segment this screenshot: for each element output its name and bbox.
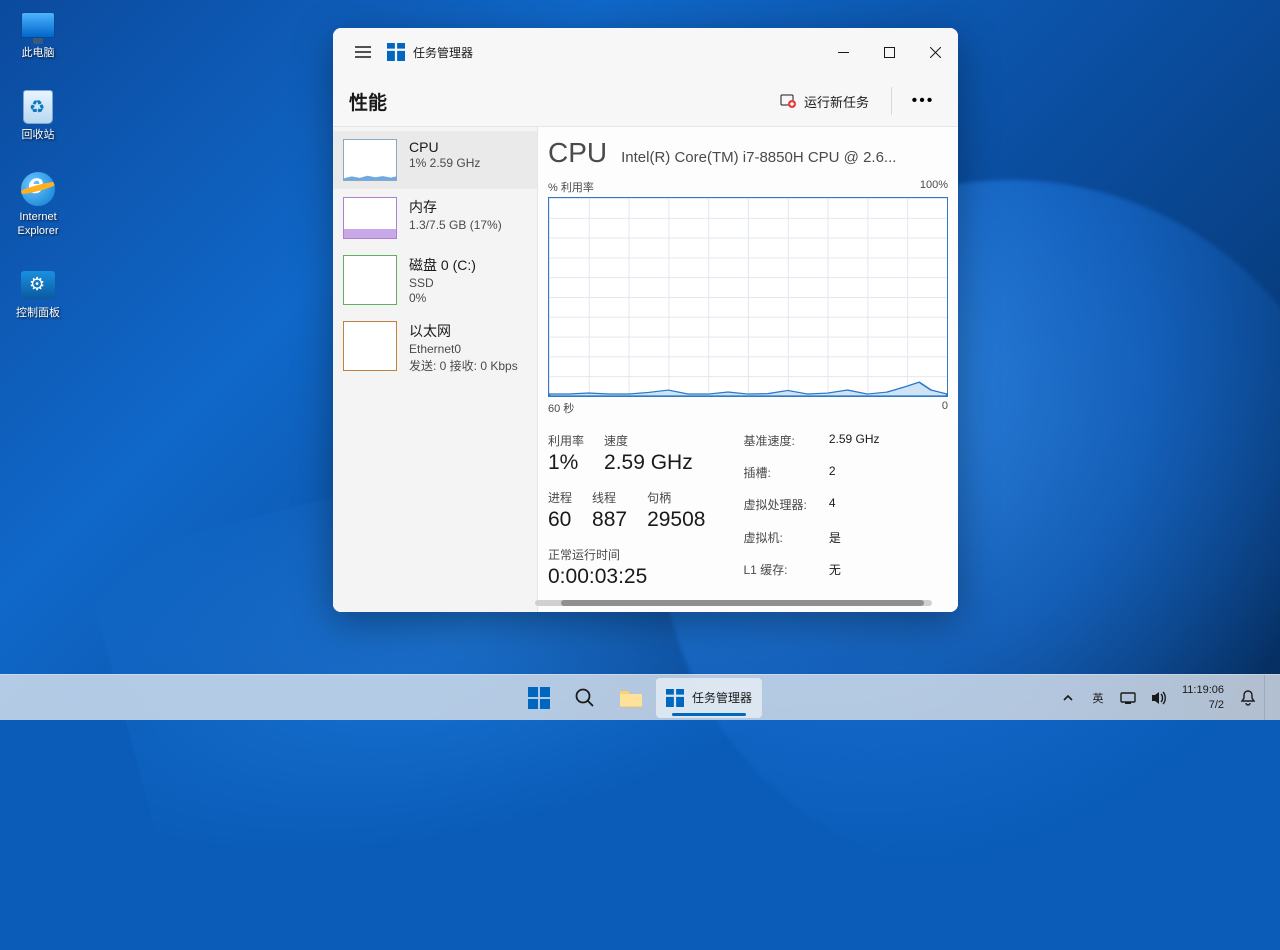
sidebar-net-sub1: Ethernet0: [409, 342, 518, 356]
task-manager-icon: [666, 689, 684, 707]
titlebar[interactable]: 任务管理器: [333, 28, 958, 76]
memory-thumbnail: [343, 197, 397, 239]
desktop-icons: 此电脑 回收站 Internet Explorer 控制面板: [6, 6, 70, 320]
desktop-icon-recycle-bin[interactable]: 回收站: [6, 88, 70, 142]
x-axis-right: 0: [942, 400, 948, 416]
toolbar: 性能 运行新任务 •••: [333, 76, 958, 126]
stat-speed: 速度 2.59 GHz: [604, 432, 693, 475]
cpu-detail-panel: CPU Intel(R) Core(TM) i7-8850H CPU @ 2.6…: [538, 127, 958, 612]
start-button[interactable]: [518, 678, 560, 718]
cpu-graph-line: [549, 198, 947, 396]
tray-input-indicator[interactable]: [1114, 679, 1142, 717]
windows-icon: [528, 687, 550, 709]
sidebar-item-memory[interactable]: 内存 1.3/7.5 GB (17%): [333, 189, 537, 247]
sidebar-item-ethernet[interactable]: 以太网 Ethernet0 发送: 0 接收: 0 Kbps: [333, 313, 537, 382]
content: CPU 1% 2.59 GHz 内存 1.3/7.5 GB (17%) 磁盘 0…: [333, 126, 958, 612]
sidebar-cpu-sub: 1% 2.59 GHz: [409, 156, 480, 170]
chevron-up-icon: [1062, 692, 1074, 704]
x-axis-left: 60 秒: [548, 400, 574, 416]
control-panel-icon: [19, 266, 57, 304]
recycle-bin-icon: [19, 88, 57, 126]
sidebar-net-sub2: 发送: 0 接收: 0 Kbps: [409, 357, 518, 374]
stat-threads: 线程 887: [592, 489, 627, 532]
show-desktop-button[interactable]: [1264, 675, 1270, 721]
hamburger-icon: [355, 46, 371, 58]
y-axis-label: % 利用率: [548, 179, 594, 195]
bell-icon: [1239, 689, 1257, 707]
task-manager-window: 任务管理器 性能 运行新任务 ••• CPU 1% 2.59 GHz: [333, 28, 958, 612]
taskbar-center: 任务管理器: [518, 678, 762, 718]
ie-icon: [19, 170, 57, 208]
tray-volume[interactable]: [1144, 679, 1172, 717]
stat-uptime: 正常运行时间 0:00:03:25: [548, 546, 705, 589]
page-title: 性能: [349, 88, 387, 115]
taskbar-tm-label: 任务管理器: [692, 689, 752, 706]
close-button[interactable]: [912, 31, 958, 73]
taskbar-task-manager[interactable]: 任务管理器: [656, 678, 762, 718]
system-tray: 英 11:19:06 7/2: [1054, 675, 1270, 721]
taskbar-file-explorer[interactable]: [610, 678, 652, 718]
ethernet-thumbnail: [343, 321, 397, 371]
maximize-button[interactable]: [866, 31, 912, 73]
tray-overflow[interactable]: [1054, 679, 1082, 717]
minimize-button[interactable]: [820, 31, 866, 73]
search-icon: [574, 687, 596, 709]
sidebar-disk-title: 磁盘 0 (C:): [409, 255, 476, 275]
sidebar-item-disk[interactable]: 磁盘 0 (C:) SSD 0%: [333, 247, 537, 313]
y-axis-max: 100%: [920, 179, 948, 195]
tray-notifications[interactable]: [1234, 679, 1262, 717]
app-title: 任务管理器: [413, 44, 473, 61]
run-new-task-label: 运行新任务: [804, 92, 869, 111]
hamburger-button[interactable]: [343, 33, 383, 71]
desktop-icon-label: 控制面板: [16, 307, 60, 320]
separator: [891, 87, 892, 115]
desktop-icon-label: 此电脑: [22, 47, 55, 60]
sidebar-disk-sub1: SSD: [409, 276, 476, 290]
taskbar-search[interactable]: [564, 678, 606, 718]
desktop-icon-this-pc[interactable]: 此电脑: [6, 6, 70, 60]
desktop-icon-control-panel[interactable]: 控制面板: [6, 266, 70, 320]
monitor-icon: [19, 6, 57, 44]
sidebar-net-title: 以太网: [409, 321, 518, 341]
tray-ime[interactable]: 英: [1084, 679, 1112, 717]
clock-time: 11:19:06: [1182, 683, 1224, 697]
desktop-icon-ie[interactable]: Internet Explorer: [6, 170, 70, 237]
speaker-icon: [1149, 689, 1167, 707]
device-icon: [1119, 689, 1137, 707]
desktop-icon-label: Internet Explorer: [6, 211, 70, 237]
horizontal-scrollbar[interactable]: [535, 600, 932, 606]
stat-processes: 进程 60: [548, 489, 572, 532]
run-task-icon: [780, 93, 796, 109]
stat-details: 基准速度:2.59 GHz 插槽:2 虚拟处理器:4 虚拟机:是 L1 缓存:无: [743, 432, 879, 589]
folder-icon: [619, 687, 643, 709]
cpu-heading: CPU: [548, 137, 607, 169]
perf-sidebar: CPU 1% 2.59 GHz 内存 1.3/7.5 GB (17%) 磁盘 0…: [333, 127, 538, 612]
cpu-model: Intel(R) Core(TM) i7-8850H CPU @ 2.6...: [621, 149, 948, 166]
stat-utilization: 利用率 1%: [548, 432, 584, 475]
more-button[interactable]: •••: [904, 84, 942, 118]
taskbar: 任务管理器 英 11:19:06 7/2: [0, 674, 1280, 720]
sidebar-item-cpu[interactable]: CPU 1% 2.59 GHz: [333, 131, 537, 189]
tray-clock[interactable]: 11:19:06 7/2: [1174, 683, 1232, 712]
clock-date: 7/2: [1209, 698, 1224, 712]
task-manager-icon: [387, 43, 405, 61]
stat-handles: 句柄 29508: [647, 489, 705, 532]
cpu-thumbnail: [343, 139, 397, 181]
run-new-task-button[interactable]: 运行新任务: [770, 86, 879, 117]
disk-thumbnail: [343, 255, 397, 305]
desktop-icon-label: 回收站: [22, 129, 55, 142]
sidebar-cpu-title: CPU: [409, 139, 480, 155]
sidebar-mem-title: 内存: [409, 197, 502, 217]
sidebar-mem-sub: 1.3/7.5 GB (17%): [409, 218, 502, 232]
sidebar-disk-sub2: 0%: [409, 291, 476, 305]
stats-area: 利用率 1% 速度 2.59 GHz 进程 60: [548, 432, 958, 589]
window-controls: [820, 31, 958, 73]
cpu-graph: [548, 197, 948, 397]
